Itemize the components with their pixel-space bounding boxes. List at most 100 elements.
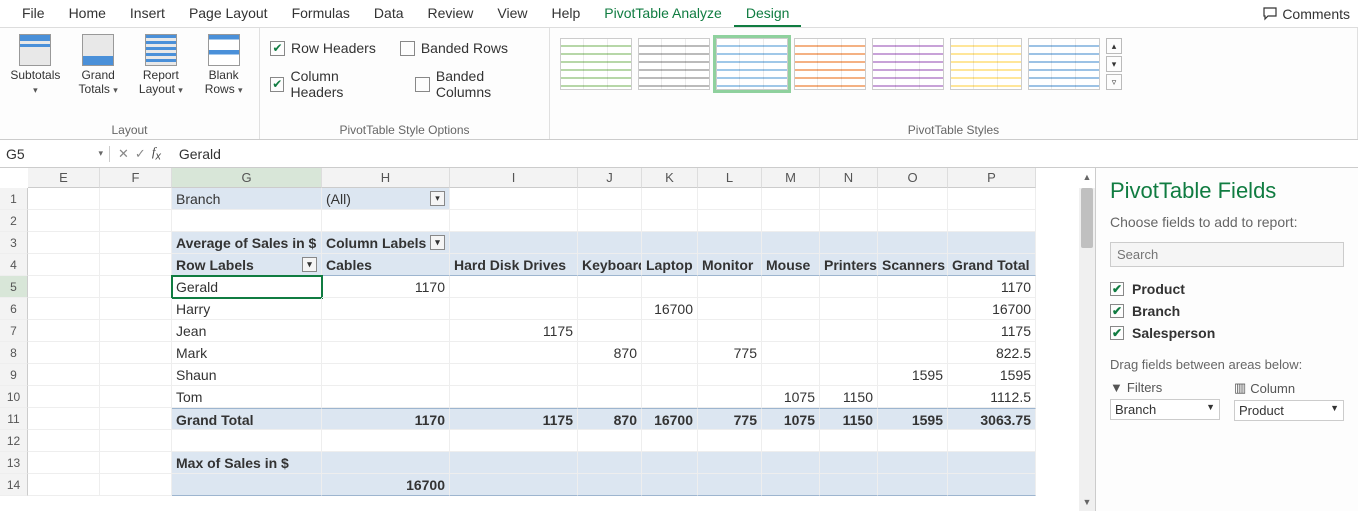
- pivot-style-swatch[interactable]: [794, 38, 866, 90]
- column-header[interactable]: E: [28, 168, 100, 188]
- data-cell[interactable]: [450, 276, 578, 298]
- data-cell[interactable]: 1595: [878, 364, 948, 386]
- cell[interactable]: [820, 430, 878, 452]
- banded-rows-checkbox[interactable]: Banded Rows: [400, 40, 508, 56]
- data-cell[interactable]: [322, 386, 450, 408]
- filter-value[interactable]: (All)▾: [322, 188, 450, 210]
- gallery-nav[interactable]: ▴: [1106, 38, 1122, 54]
- grand-totals-button[interactable]: GrandTotals ▾: [73, 34, 124, 97]
- data-cell[interactable]: [642, 386, 698, 408]
- accept-formula-icon[interactable]: ✓: [135, 146, 146, 162]
- tab-insert[interactable]: Insert: [118, 1, 177, 27]
- grand-total-cell[interactable]: 16700: [642, 408, 698, 430]
- data-cell[interactable]: [762, 276, 820, 298]
- gallery-nav[interactable]: ▿: [1106, 74, 1122, 90]
- cell[interactable]: [100, 430, 172, 452]
- data-cell[interactable]: 870: [578, 342, 642, 364]
- spreadsheet-grid[interactable]: EFGHIJKLMNOP 1Branch(All)▾23Average of S…: [0, 168, 1095, 511]
- field-branch[interactable]: Branch: [1110, 303, 1344, 319]
- grand-total-cell[interactable]: 1150: [820, 408, 878, 430]
- column-header-cell[interactable]: Hard Disk Drives: [450, 254, 578, 276]
- row-header[interactable]: 14: [0, 474, 28, 496]
- cell[interactable]: [642, 232, 698, 254]
- scroll-down-icon[interactable]: ▼: [1079, 497, 1095, 511]
- cell[interactable]: [450, 430, 578, 452]
- column-header[interactable]: I: [450, 168, 578, 188]
- data-cell[interactable]: 16700: [948, 298, 1036, 320]
- tab-pivottable-analyze[interactable]: PivotTable Analyze: [592, 1, 734, 27]
- data-cell[interactable]: [322, 298, 450, 320]
- data-cell[interactable]: 16700: [322, 474, 450, 496]
- scroll-up-icon[interactable]: ▲: [1079, 172, 1095, 186]
- pivot-style-swatch[interactable]: [638, 38, 710, 90]
- data-cell[interactable]: 1150: [820, 386, 878, 408]
- data-cell[interactable]: [762, 342, 820, 364]
- tab-view[interactable]: View: [485, 1, 539, 27]
- data-cell[interactable]: [878, 386, 948, 408]
- column-header-cell[interactable]: Grand Total: [948, 254, 1036, 276]
- cell[interactable]: [878, 210, 948, 232]
- data-cell[interactable]: 1170: [948, 276, 1036, 298]
- data-cell[interactable]: [450, 342, 578, 364]
- cell[interactable]: [322, 210, 450, 232]
- cell[interactable]: [642, 430, 698, 452]
- columns-area[interactable]: ▥Column Product▼: [1234, 380, 1344, 421]
- tab-file[interactable]: File: [10, 1, 57, 27]
- cell[interactable]: [172, 474, 322, 496]
- grand-total-cell[interactable]: 3063.75: [948, 408, 1036, 430]
- cell[interactable]: [762, 210, 820, 232]
- data-cell[interactable]: [762, 320, 820, 342]
- row-header[interactable]: 2: [0, 210, 28, 232]
- cell[interactable]: [450, 210, 578, 232]
- data-cell[interactable]: 1075: [762, 386, 820, 408]
- row-headers-checkbox[interactable]: Row Headers: [270, 40, 376, 56]
- row-label-cell[interactable]: Gerald: [172, 276, 322, 298]
- tab-design[interactable]: Design: [734, 1, 802, 27]
- cell[interactable]: [642, 210, 698, 232]
- row-label-cell[interactable]: Mark: [172, 342, 322, 364]
- data-cell[interactable]: [820, 342, 878, 364]
- data-cell[interactable]: [642, 342, 698, 364]
- cell[interactable]: [878, 232, 948, 254]
- row-label-cell[interactable]: Tom: [172, 386, 322, 408]
- fields-search-input[interactable]: [1110, 242, 1344, 267]
- column-header-cell[interactable]: Monitor: [698, 254, 762, 276]
- pivot-style-swatch[interactable]: [872, 38, 944, 90]
- cell[interactable]: [28, 276, 100, 298]
- cell[interactable]: [762, 232, 820, 254]
- data-cell[interactable]: 16700: [642, 298, 698, 320]
- tab-formulas[interactable]: Formulas: [280, 1, 362, 27]
- data-cell[interactable]: 1112.5: [948, 386, 1036, 408]
- tab-data[interactable]: Data: [362, 1, 416, 27]
- cell[interactable]: [450, 232, 578, 254]
- cell[interactable]: [948, 232, 1036, 254]
- cell[interactable]: [578, 188, 642, 210]
- cell[interactable]: [100, 232, 172, 254]
- cell[interactable]: [698, 430, 762, 452]
- column-header[interactable]: N: [820, 168, 878, 188]
- cell[interactable]: [322, 452, 450, 474]
- cell[interactable]: [762, 474, 820, 496]
- grand-total-cell[interactable]: 870: [578, 408, 642, 430]
- data-cell[interactable]: [820, 276, 878, 298]
- row-header[interactable]: 9: [0, 364, 28, 386]
- row-header[interactable]: 8: [0, 342, 28, 364]
- row-header[interactable]: 11: [0, 408, 28, 430]
- cell[interactable]: [578, 430, 642, 452]
- data-cell[interactable]: [578, 298, 642, 320]
- row-header[interactable]: 13: [0, 452, 28, 474]
- tab-help[interactable]: Help: [540, 1, 593, 27]
- data-cell[interactable]: [698, 320, 762, 342]
- grand-total-cell[interactable]: 1075: [762, 408, 820, 430]
- cell[interactable]: [100, 298, 172, 320]
- chevron-down-icon[interactable]: ▾: [98, 148, 103, 159]
- column-header-cell[interactable]: Laptop: [642, 254, 698, 276]
- cell[interactable]: [28, 430, 100, 452]
- cell[interactable]: [698, 210, 762, 232]
- pivot-style-swatch[interactable]: [716, 38, 788, 90]
- cell[interactable]: [878, 430, 948, 452]
- cell[interactable]: [28, 232, 100, 254]
- cell[interactable]: [28, 408, 100, 430]
- cell[interactable]: [948, 452, 1036, 474]
- cell[interactable]: [948, 430, 1036, 452]
